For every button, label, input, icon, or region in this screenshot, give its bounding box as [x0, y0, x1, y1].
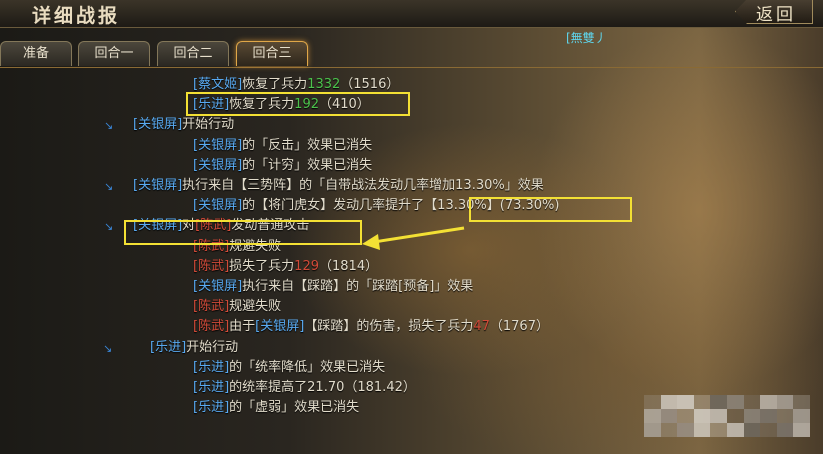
action-arrow-icon: ↘ [104, 119, 114, 133]
mosaic-tile [727, 395, 744, 409]
ally-name: [关银屏] [193, 157, 243, 173]
ally-name: [关银屏] [193, 198, 243, 214]
log-text: 由于 [229, 319, 256, 335]
log-text: 开始行动 [186, 339, 239, 355]
action-arrow-icon: ↘ [104, 220, 114, 234]
log-text: 的「虚弱」效果已消失 [229, 400, 360, 416]
log-line: [乐进]的「虚弱」效果已消失 [193, 398, 359, 418]
round-tabs: 准备 回合一 回合二 回合三 [0, 41, 823, 68]
log-line: [乐进]开始行动 [150, 338, 238, 358]
ally-name: [乐进] [193, 359, 230, 375]
back-button-label: 返回 [756, 5, 796, 25]
log-line: [乐进]的统率提高了21.70（181.42） [193, 378, 416, 398]
log-text: 开始行动 [182, 117, 235, 133]
ally-name: [关银屏] [133, 117, 183, 133]
log-line: [关银屏]执行来自【踩踏】的「踩踏[预备]」效果 [193, 277, 473, 297]
mosaic-tile [760, 423, 777, 437]
mosaic-tile [776, 423, 794, 437]
ally-name: [关银屏] [255, 319, 305, 335]
log-text: （1767） [489, 319, 549, 335]
highlight-box-recovery [186, 92, 410, 116]
log-text: 的「统率降低」效果已消失 [229, 359, 386, 375]
mosaic-tile [710, 409, 727, 423]
log-text: 损失了兵力 [229, 258, 295, 274]
log-text: （1814） [319, 258, 379, 274]
mosaic-tile [743, 395, 761, 409]
log-line: [陈武]规避失败 [193, 297, 281, 317]
troop-value: 1332 [307, 77, 341, 92]
mosaic-tile [693, 395, 711, 409]
mosaic-tile [727, 409, 744, 423]
mosaic-tile [743, 409, 761, 423]
log-text: 的「计穷」效果已消失 [242, 157, 373, 173]
enemy-name: 129 [294, 258, 319, 274]
mosaic-tile [793, 423, 810, 437]
enemy-name: [陈武] [193, 258, 230, 274]
ally-name: [关银屏] [193, 137, 243, 153]
log-line: [陈武]损失了兵力129（1814） [193, 257, 378, 277]
tab-round-three[interactable]: 回合三 [236, 41, 308, 66]
ally-name: [蔡文姬] [193, 77, 243, 92]
log-text: （1516） [340, 77, 400, 92]
mosaic-tile [776, 409, 794, 423]
highlight-box-rate [469, 197, 632, 222]
tab-prepare[interactable]: 准备 [0, 41, 72, 66]
tab-round-one[interactable]: 回合一 [78, 41, 150, 66]
log-text: 【踩踏】的伤害，损失了兵力 [304, 319, 474, 335]
ally-name: [乐进] [193, 380, 230, 395]
mosaic-tile [677, 409, 694, 423]
mosaic-tile [710, 423, 727, 437]
log-line: [关银屏]的「计穷」效果已消失 [193, 156, 372, 176]
enemy-name: 47 [473, 319, 490, 335]
mosaic-tile [710, 395, 727, 409]
tab-round-two[interactable]: 回合二 [157, 41, 229, 66]
highlight-box-attack [124, 220, 362, 245]
window-title: 详细战报 [32, 5, 121, 27]
log-line: [乐进]的「统率降低」效果已消失 [193, 358, 385, 378]
mosaic-tile [793, 409, 810, 423]
mosaic-tile [644, 423, 661, 437]
mosaic-tile [660, 395, 678, 409]
mosaic-tile [793, 395, 810, 409]
mosaic-tile [677, 423, 694, 437]
title-bar: 详细战报 返回 [0, 0, 823, 28]
mosaic-tile [760, 395, 777, 409]
ally-name: [关银屏] [193, 279, 243, 294]
log-text: 规避失败 [229, 299, 282, 315]
log-text: 恢复了兵力 [242, 77, 308, 92]
log-line: [关银屏]的「反击」效果已消失 [193, 136, 372, 156]
mosaic-watermark [644, 395, 810, 437]
enemy-name: [陈武] [193, 319, 230, 335]
ally-name: [关银屏] [133, 178, 183, 193]
mosaic-tile [660, 423, 678, 437]
log-text: 执行来自【踩踏】的「踩踏[预备]」效果 [242, 279, 474, 294]
mosaic-tile [644, 395, 661, 409]
log-line: [关银屏]执行来自【三势阵】的「自带战法发动几率增加13.30%」效果 [133, 176, 544, 196]
mosaic-tile [693, 409, 711, 423]
mosaic-tile [644, 409, 661, 423]
mosaic-tile [677, 395, 694, 409]
log-line: [陈武]由于[关银屏]【踩踏】的伤害，损失了兵力47（1767） [193, 317, 549, 337]
mosaic-tile [776, 395, 794, 409]
mosaic-tile [660, 409, 678, 423]
action-arrow-icon: ↘ [104, 180, 114, 193]
action-arrow-icon: ↘ [103, 341, 113, 355]
log-text: 执行来自【三势阵】的「自带战法发动几率增加13.30%」效果 [182, 178, 544, 193]
ally-name: [乐进] [150, 339, 187, 355]
ally-name: [乐进] [193, 400, 230, 416]
mosaic-tile [727, 423, 744, 437]
log-line: [关银屏]开始行动 [133, 115, 234, 135]
highlight-arrow-icon [362, 226, 465, 250]
log-text: 的统率提高了21.70（181.42） [229, 380, 416, 395]
mosaic-tile [693, 423, 711, 437]
back-button[interactable]: 返回 [735, 0, 813, 24]
mosaic-tile [743, 423, 761, 437]
mosaic-tile [760, 409, 777, 423]
log-text: 的【将门虎女】发动几率提升了 [242, 198, 425, 214]
enemy-name: [陈武] [193, 299, 230, 315]
log-text: 的「反击」效果已消失 [242, 137, 373, 153]
